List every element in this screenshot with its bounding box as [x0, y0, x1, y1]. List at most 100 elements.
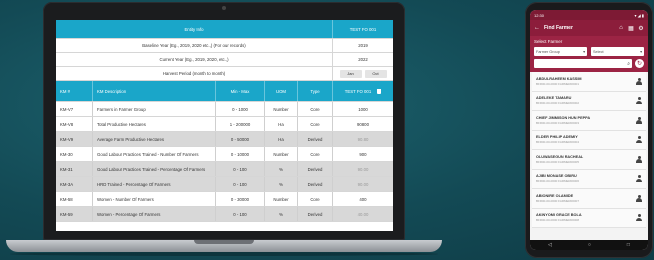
farmer-text: AJIBI MONASE OBIRU BFR00-00-0000 FARMER00…: [536, 174, 636, 183]
entity-code: TEST FO 001: [349, 26, 377, 32]
col-uom: UOM: [265, 81, 298, 101]
farmer-id: BFR00-00-0000 FARMER00006: [536, 179, 580, 184]
farmer-text: AKINYOMI GRACE BOLA BFR00-00-0000 FARMER0…: [536, 213, 636, 222]
entity-info-header: Entity Info TEST FO 001: [56, 20, 393, 39]
value-input[interactable]: 900: [333, 147, 393, 161]
value-input: 90.80: [357, 136, 369, 142]
person-icon[interactable]: [636, 194, 642, 202]
refresh-icon[interactable]: ↻: [635, 59, 644, 68]
col-value-label: TEST FO 001: [344, 88, 372, 94]
km-description-cell: Good Labour Practices Trained - Number O…: [93, 147, 216, 161]
type-cell: Derived: [298, 162, 333, 176]
type-cell: Derived: [298, 207, 333, 221]
person-icon[interactable]: [636, 175, 642, 183]
current-year-label: Current Year (Eg., 2019, 2020, etc.,): [56, 53, 333, 66]
secondary-select-value: Select: [593, 49, 604, 54]
person-icon[interactable]: [636, 77, 642, 85]
km-description-cell: Farmers in Farmer Group: [93, 102, 216, 116]
km-description-cell: Total Productive Hectares: [93, 117, 216, 131]
min-max-cell: 0 - 10000: [216, 147, 265, 161]
farmer-text: CHIEF JIMMISON HUN PEPPA BFR00-00-0000 FA…: [536, 116, 636, 125]
uom-cell: %: [265, 177, 298, 191]
type-cell: Core: [298, 192, 333, 206]
trash-icon[interactable]: [377, 88, 382, 94]
secondary-select[interactable]: Select ▾: [591, 47, 644, 56]
list-item[interactable]: ADELEKE TAMARU BFR00-00-0000 FARMER00002: [532, 91, 646, 111]
farmer-group-value: Farmer Group: [536, 49, 560, 54]
grid-icon[interactable]: ▦: [628, 25, 634, 32]
col-min-max: Min - Max: [216, 81, 265, 101]
farmer-name: ABDULRAHEEM KASSIM: [536, 76, 582, 81]
current-year-row: Current Year (Eg., 2019, 2020, etc.,) 20…: [56, 53, 393, 67]
list-item[interactable]: AKINYOMI GRACE BOLA BFR00-00-0000 FARMER0…: [532, 208, 646, 228]
value-input[interactable]: 90800: [333, 117, 393, 131]
gear-icon[interactable]: ⚙: [638, 25, 644, 32]
harvest-to-select[interactable]: Oct: [364, 69, 387, 78]
list-item[interactable]: ELDER PHILIP ADEMIY BFR00-00-0000 FARMER0…: [532, 130, 646, 150]
search-input[interactable]: ⌕: [534, 59, 632, 68]
list-item[interactable]: ABDULRAHEEM KASSIM BFR00-00-0000 FARMER00…: [532, 72, 646, 92]
uom-cell: Ha: [265, 132, 298, 146]
farmer-name: ELDER PHILIP ADEMIY: [536, 135, 578, 140]
farmer-text: ABDULRAHEEM KASSIM BFR00-00-0000 FARMER00…: [536, 77, 636, 86]
km-id-cell: KM-V9: [56, 132, 93, 146]
farmer-id: BFR00-00-0000 FARMER00001: [536, 81, 580, 86]
value-input[interactable]: 1000: [333, 102, 393, 116]
home-icon[interactable]: ⌂: [618, 25, 624, 31]
farmer-group-select[interactable]: Farmer Group ▾: [534, 47, 587, 56]
farmer-text: OLUWASEGUN RACHEAL BFR00-00-0000 FARMER00…: [536, 155, 636, 164]
farmer-text: ABIONIRE OLAMIDE BFR00-00-0000 FARMER0000…: [536, 194, 636, 203]
person-icon[interactable]: [636, 214, 642, 222]
farmer-id: BFR00-00-0000 FARMER00007: [536, 198, 580, 203]
type-cell: Derived: [298, 132, 333, 146]
harvest-period-row: Harvest Period (month to month) Jan Oct: [56, 67, 393, 81]
type-cell: Core: [298, 147, 333, 161]
uom-cell: %: [265, 162, 298, 176]
farmer-id: BFR00-00-0000 FARMER00003: [536, 120, 580, 125]
farmer-name: AJIBI MONASE OBIRU: [536, 174, 577, 179]
search-icon[interactable]: ⌕: [627, 61, 630, 67]
person-icon[interactable]: [636, 116, 642, 124]
km-grid-body: KM-V7 Farmers in Farmer Group 0 - 1000 Numb…: [56, 102, 393, 222]
current-year-input[interactable]: 2022: [333, 53, 393, 66]
uom-cell: Number: [265, 192, 298, 206]
list-item[interactable]: ABIONIRE OLAMIDE BFR00-00-0000 FARMER0000…: [532, 189, 646, 209]
status-icons: ▾ ◢ ▮: [634, 12, 644, 18]
list-item[interactable]: CHIEF JIMMISON HUN PEPPA BFR00-00-0000 FA…: [532, 111, 646, 131]
person-icon[interactable]: [636, 136, 642, 144]
uom-cell: Ha: [265, 117, 298, 131]
farmer-id: BFR00-00-0000 FARMER00004: [536, 140, 580, 145]
km-id-cell: KM-31: [56, 162, 93, 176]
value-input[interactable]: 400: [333, 192, 393, 206]
person-icon[interactable]: [636, 97, 642, 105]
km-description-cell: Good Labour Practices Trained - Percenta…: [93, 162, 216, 176]
table-row: KM-3A HRD Trained - Percentage Of Farmers…: [56, 177, 393, 192]
list-item[interactable]: OLUWASEGUN RACHEAL BFR00-00-0000 FARMER00…: [532, 150, 646, 170]
nav-back-icon[interactable]: ◁: [548, 242, 552, 248]
person-icon[interactable]: [636, 155, 642, 163]
km-id-cell: KM-59: [56, 207, 93, 221]
table-row: KM-59 Women - Percentage Of Farmers 0 - 10…: [56, 207, 393, 222]
min-max-cell: 1 - 200000: [216, 117, 265, 131]
value-input: 90.00: [357, 166, 369, 172]
km-description-cell: Average Farm Productive Hectares: [93, 132, 216, 146]
min-max-cell: 0 - 1000: [216, 102, 265, 116]
min-max-cell: 0 - 100: [216, 177, 265, 191]
webcam-icon: [222, 6, 226, 10]
back-arrow-icon[interactable]: ←: [534, 25, 540, 31]
nav-recent-icon[interactable]: □: [627, 242, 630, 248]
baseline-year-input[interactable]: 2019: [333, 39, 393, 52]
select-farmer-label: Select Farmer: [534, 39, 563, 44]
value-input: 90.00: [357, 181, 369, 187]
uom-cell: Number: [265, 102, 298, 116]
min-max-cell: 0 - 100: [216, 207, 265, 221]
km-id-cell: KM-3A: [56, 177, 93, 191]
table-row: KM-58 Women - Number Of Farmers 0 - 30000 N…: [56, 192, 393, 207]
chevron-down-icon: ▾: [583, 50, 585, 54]
km-grid-header: KM # KM Description Min - Max UOM Type T…: [56, 81, 393, 102]
harvest-from-select[interactable]: Jan: [339, 69, 362, 78]
nav-home-icon[interactable]: ○: [588, 242, 591, 248]
list-item[interactable]: AJIBI MONASE OBIRU BFR00-00-0000 FARMER00…: [532, 169, 646, 189]
status-bar: 12:30 ▾ ◢ ▮: [530, 10, 648, 20]
app-bar: ← Find Farmer ⌂ ▦ ⚙: [530, 20, 648, 36]
